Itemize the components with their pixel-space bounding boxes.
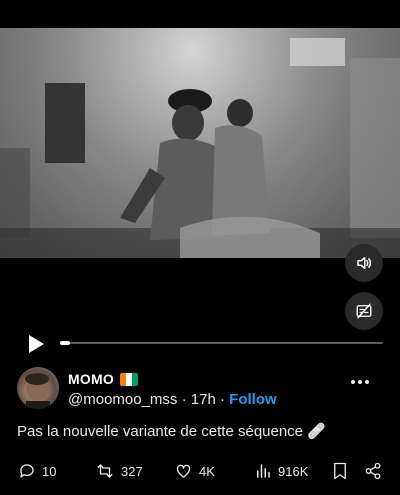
author-name-row[interactable]: MOMO <box>68 371 138 387</box>
post-time[interactable]: 17h <box>191 391 216 408</box>
reply-icon <box>20 464 34 478</box>
repost-icon <box>97 464 113 478</box>
views-button[interactable]: 916K <box>254 462 308 480</box>
repost-count: 327 <box>121 463 143 479</box>
video-frame[interactable] <box>0 28 400 258</box>
like-count: 4K <box>199 463 215 479</box>
bookmark-button[interactable] <box>332 462 348 480</box>
post-actions: 10 327 4K 916K <box>0 462 400 488</box>
flag-icon <box>119 372 138 386</box>
captions-button[interactable] <box>345 292 383 330</box>
like-button[interactable]: 4K <box>174 462 215 480</box>
bookmark-icon <box>334 462 346 480</box>
author-display-name[interactable]: MOMO <box>68 371 114 387</box>
playback-bar[interactable] <box>0 328 400 358</box>
avatar-image <box>25 373 50 409</box>
share-icon <box>365 462 381 480</box>
meta-separator: · <box>219 391 225 408</box>
bandage-emoji: 🩹 <box>307 423 326 440</box>
video-still <box>0 28 400 258</box>
reply-count: 10 <box>42 463 57 479</box>
post-text-body: Pas la nouvelle variante de cette séquen… <box>17 423 304 440</box>
progress-track[interactable] <box>60 341 383 345</box>
reply-button[interactable]: 10 <box>18 462 56 480</box>
video-player[interactable] <box>0 0 400 360</box>
author-handle[interactable]: @moomoo_mss <box>68 391 177 408</box>
volume-icon <box>357 257 372 269</box>
author-meta-row: @moomoo_mss · 17h · Follow <box>68 391 277 408</box>
heart-icon <box>176 464 191 478</box>
progress-fill <box>60 341 70 345</box>
views-icon <box>257 464 270 478</box>
more-options-icon[interactable] <box>349 377 371 387</box>
play-icon[interactable] <box>27 334 45 354</box>
meta-separator: · <box>181 391 187 408</box>
share-button[interactable] <box>364 462 382 480</box>
avatar[interactable] <box>17 367 59 409</box>
view-count: 916K <box>278 463 309 479</box>
repost-button[interactable]: 327 <box>95 462 143 480</box>
volume-button[interactable] <box>345 244 383 282</box>
follow-button[interactable]: Follow <box>229 391 277 408</box>
captions-off-icon <box>356 303 372 319</box>
post-text: Pas la nouvelle variante de cette séquen… <box>17 422 326 440</box>
